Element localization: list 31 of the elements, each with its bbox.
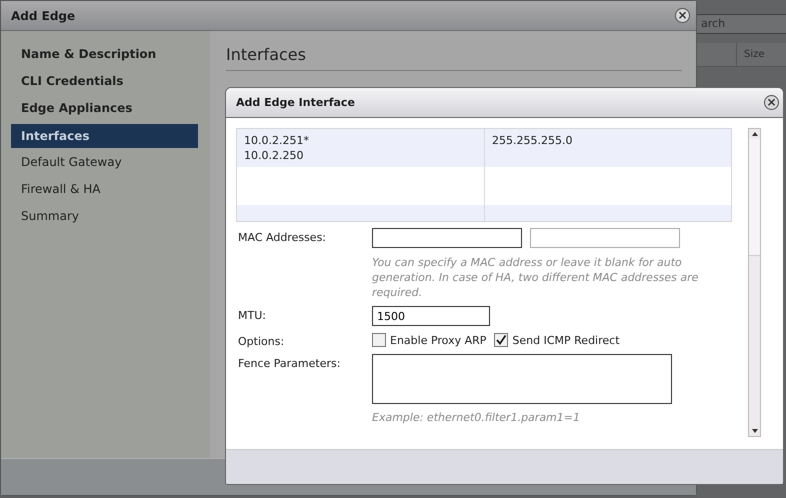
sidebar-item[interactable]: Edge Appliances: [11, 95, 198, 122]
input-field[interactable]: [372, 228, 522, 248]
table-cell-text: 10.0.2.251*: [244, 133, 310, 148]
sidebar-item[interactable]: Default Gateway: [11, 149, 198, 176]
table-cell-text: 10.0.2.250: [244, 148, 304, 163]
input-field[interactable]: 1500: [372, 306, 490, 326]
scrollbar[interactable]: [748, 128, 761, 437]
dialog-title: Add Edge Interface: [236, 96, 355, 109]
hint-text: Example: ethernet0.filter1.param1=1: [372, 410, 581, 425]
column-header: Size: [736, 43, 786, 66]
sidebar-item[interactable]: Interfaces: [11, 124, 198, 148]
checkbox[interactable]: [372, 333, 386, 347]
field-label: Options:: [237, 334, 286, 348]
close-button[interactable]: ×: [675, 8, 690, 23]
sidebar-item[interactable]: CLI Credentials: [11, 68, 198, 95]
input-field[interactable]: [530, 228, 680, 248]
field-label: MTU:: [237, 308, 267, 324]
checkbox-label: Enable Proxy ARP: [390, 334, 486, 346]
table-cell-text: 255.255.255.0: [492, 133, 574, 148]
sidebar-item[interactable]: Summary: [11, 203, 198, 230]
text-area[interactable]: [372, 354, 672, 404]
sidebar-item[interactable]: Firewall & HA: [11, 176, 198, 203]
sidebar-item[interactable]: Name & Description: [11, 41, 198, 68]
page-heading: Interfaces: [226, 45, 682, 71]
field-label: Fence Parameters:: [237, 356, 342, 372]
hint-text: You can specify a MAC address or leave it blank for auto generation. In case of HA, two different MAC addresses are required.: [372, 255, 700, 300]
window-title: Add Edge: [11, 8, 76, 22]
checkbox[interactable]: [494, 333, 508, 347]
field-label: MAC Addresses:: [237, 230, 328, 246]
close-button[interactable]: ×: [764, 95, 779, 110]
checkbox-label: Send ICMP Redirect: [512, 334, 620, 346]
